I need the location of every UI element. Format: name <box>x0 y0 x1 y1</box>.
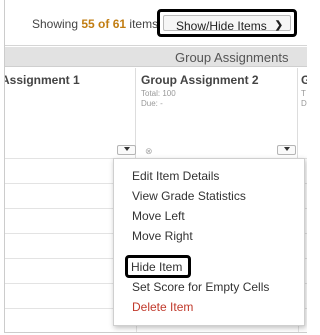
hidden-eye-icon: ⊗ <box>145 146 153 156</box>
menu-item-edit-item-details[interactable]: Edit Item Details <box>132 169 219 183</box>
column-menu-dropdown[interactable] <box>117 145 136 155</box>
column-context-menu: Edit Item Details View Grade Statistics … <box>113 158 305 326</box>
column-title: G <box>301 73 307 87</box>
column-total: Total: 100 <box>141 89 176 98</box>
menu-item-move-right[interactable]: Move Right <box>132 229 193 243</box>
column-header-assignment-1[interactable]: Assignment 1 <box>5 68 136 158</box>
group-header-label: Group Assignments <box>175 50 289 65</box>
column-header-group-assignment-2[interactable]: Group Assignment 2 Total: 100 Due: - ⊗ <box>137 68 298 158</box>
column-title: Assignment 1 <box>4 73 80 87</box>
toolbar: Showing 55 of 61 items Show/Hide Items ❯ <box>5 0 307 46</box>
column-total: T <box>301 89 306 98</box>
show-hide-items-label: Show/Hide Items <box>176 19 267 33</box>
showing-prefix: Showing <box>32 17 82 31</box>
showing-suffix: items <box>126 17 159 31</box>
show-hide-items-button[interactable]: Show/Hide Items ❯ <box>163 15 291 33</box>
menu-item-set-score-empty-cells[interactable]: Set Score for Empty Cells <box>132 280 269 294</box>
menu-item-delete-item[interactable]: Delete Item <box>132 300 193 314</box>
chevron-down-icon: ❯ <box>274 20 283 31</box>
group-header-row: Group Assignments <box>5 47 307 67</box>
showing-count-text: Showing 55 of 61 items <box>32 17 158 31</box>
column-header-next[interactable]: G T D <box>299 68 307 158</box>
caret-down-icon <box>124 147 130 151</box>
column-menu-dropdown[interactable] <box>277 145 296 155</box>
hide-item-highlight <box>125 255 191 278</box>
showing-count: 55 of 61 <box>81 17 127 31</box>
column-title: Group Assignment 2 <box>141 73 259 87</box>
show-hide-items-highlight: Show/Hide Items ❯ <box>157 9 297 37</box>
column-due: Due: - <box>141 99 163 108</box>
column-due: D <box>301 99 307 108</box>
gradebook-frame: Showing 55 of 61 items Show/Hide Items ❯… <box>4 0 307 333</box>
caret-down-icon <box>284 147 290 151</box>
menu-item-move-left[interactable]: Move Left <box>132 209 185 223</box>
menu-item-view-grade-statistics[interactable]: View Grade Statistics <box>132 189 246 203</box>
